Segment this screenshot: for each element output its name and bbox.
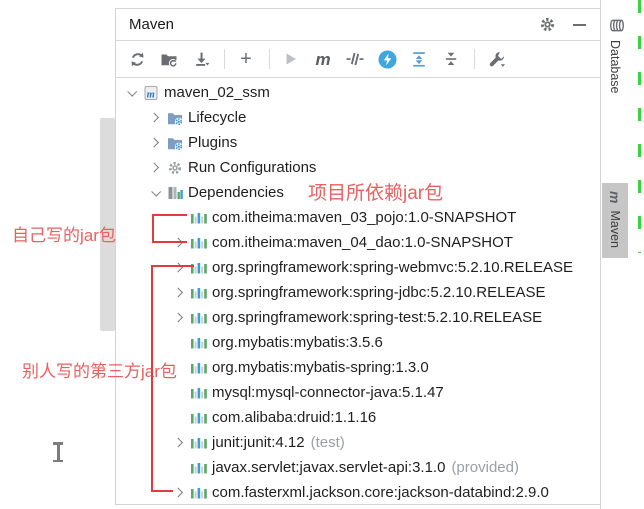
dependency-label: com.itheima:maven_04_dao:1.0-SNAPSHOT xyxy=(212,234,513,251)
dependency-label: org.springframework:spring-test:5.2.10.R… xyxy=(212,309,542,326)
background-scrollbar[interactable] xyxy=(100,118,115,331)
collapse-all-icon[interactable] xyxy=(440,48,462,70)
maven-m-icon: m xyxy=(608,191,622,203)
maven-tool-window: Maven xyxy=(115,8,601,505)
maven-titlebar: Maven xyxy=(116,9,600,41)
library-icon xyxy=(190,234,208,252)
tab-database[interactable]: Database xyxy=(602,10,628,104)
folder-gear-icon xyxy=(166,134,184,152)
library-icon xyxy=(190,209,208,227)
panel-title: Maven xyxy=(129,16,174,33)
toggle-skip-tests-icon[interactable] xyxy=(344,48,366,70)
generate-sources-icon[interactable] xyxy=(158,48,180,70)
chevron-right-icon[interactable] xyxy=(168,230,190,255)
tree-item-plugins[interactable]: Plugins xyxy=(116,130,600,155)
svg-text:m: m xyxy=(147,89,155,100)
tree-item-dependencies[interactable]: Dependencies xyxy=(116,180,600,205)
library-icon xyxy=(190,384,208,402)
dependency-label: org.mybatis:mybatis-spring:1.3.0 xyxy=(212,359,429,376)
tree-item-lifecycle[interactable]: Lifecycle xyxy=(116,105,600,130)
library-icon xyxy=(190,309,208,327)
chevron-right-icon[interactable] xyxy=(168,480,190,505)
chevron-right-icon[interactable] xyxy=(144,155,166,180)
library-icon xyxy=(190,459,208,477)
maven-project-tree: m maven_02_ssm Lifecycle xyxy=(116,78,600,505)
tree-item-dependency[interactable]: org.springframework:spring-webmvc:5.2.10… xyxy=(116,255,600,280)
folder-gear-icon xyxy=(166,109,184,127)
text-cursor xyxy=(52,442,65,462)
tree-item-dependency[interactable]: junit:junit:4.12 (test) xyxy=(116,430,600,455)
library-icon xyxy=(190,359,208,377)
expand-all-icon[interactable] xyxy=(408,48,430,70)
screen-capture-border xyxy=(638,0,641,253)
library-icon xyxy=(190,409,208,427)
chevron-down-icon[interactable] xyxy=(144,180,166,205)
maven-settings-icon[interactable] xyxy=(485,48,507,70)
tree-item-project-root[interactable]: m maven_02_ssm xyxy=(116,80,600,105)
execute-maven-goal-icon[interactable]: m xyxy=(312,48,334,70)
tree-item-dependency[interactable]: javax.servlet:javax.servlet-api:3.1.0 (p… xyxy=(116,455,600,480)
chevron-down-icon[interactable] xyxy=(120,80,142,105)
add-maven-project-icon[interactable]: + xyxy=(235,48,257,70)
tree-item-dependency[interactable]: org.mybatis:mybatis-spring:1.3.0 xyxy=(116,355,600,380)
maven-toolbar: + m xyxy=(116,41,600,78)
chevron-right-icon[interactable] xyxy=(168,255,190,280)
dependency-label: org.springframework:spring-jdbc:5.2.10.R… xyxy=(212,284,546,301)
toggle-offline-mode-icon[interactable] xyxy=(376,48,398,70)
dependency-label: com.alibaba:druid:1.1.16 xyxy=(212,409,376,426)
tree-item-dependency[interactable]: mysql:mysql-connector-java:5.1.47 xyxy=(116,380,600,405)
dependency-label: com.fasterxml.jackson.core:jackson-datab… xyxy=(212,484,549,501)
tree-item-dependency[interactable]: com.itheima:maven_04_dao:1.0-SNAPSHOT xyxy=(116,230,600,255)
project-root-label: maven_02_ssm xyxy=(164,84,270,101)
tree-item-dependency[interactable]: org.springframework:spring-jdbc:5.2.10.R… xyxy=(116,280,600,305)
library-icon xyxy=(190,284,208,302)
chevron-right-icon[interactable] xyxy=(168,280,190,305)
dependency-label: junit:junit:4.12 xyxy=(212,434,305,451)
dependency-label: org.springframework:spring-webmvc:5.2.10… xyxy=(212,259,573,276)
dependency-label: com.itheima:maven_03_pojo:1.0-SNAPSHOT xyxy=(212,209,516,226)
dependency-label: mysql:mysql-connector-java:5.1.47 xyxy=(212,384,444,401)
chevron-right-icon[interactable] xyxy=(144,105,166,130)
gear-icon[interactable] xyxy=(538,16,556,34)
tree-item-dependency[interactable]: org.springframework:spring-test:5.2.10.R… xyxy=(116,305,600,330)
tree-item-dependency[interactable]: org.mybatis:mybatis:3.5.6 xyxy=(116,330,600,355)
tree-item-run-configurations[interactable]: Run Configurations xyxy=(116,155,600,180)
download-sources-icon[interactable] xyxy=(190,48,212,70)
library-icon xyxy=(190,259,208,277)
library-icon xyxy=(190,484,208,502)
dependency-scope: (test) xyxy=(311,434,345,451)
dependency-scope: (provided) xyxy=(451,459,519,476)
gear-icon xyxy=(166,159,184,177)
dependency-label: org.mybatis:mybatis:3.5.6 xyxy=(212,334,383,351)
reimport-all-icon[interactable] xyxy=(126,48,148,70)
tab-maven[interactable]: m Maven xyxy=(602,183,628,258)
run-maven-build-icon[interactable] xyxy=(280,48,302,70)
dependency-label: javax.servlet:javax.servlet-api:3.1.0 xyxy=(212,459,445,476)
database-icon xyxy=(605,18,626,33)
chevron-right-icon[interactable] xyxy=(168,305,190,330)
library-group-icon xyxy=(166,184,184,202)
tree-item-dependency[interactable]: com.fasterxml.jackson.core:jackson-datab… xyxy=(116,480,600,505)
library-icon xyxy=(190,434,208,452)
minimize-icon[interactable] xyxy=(570,16,588,34)
chevron-right-icon[interactable] xyxy=(144,130,166,155)
dependency-list: com.itheima:maven_03_pojo:1.0-SNAPSHOT c… xyxy=(116,205,600,505)
chevron-right-icon[interactable] xyxy=(168,430,190,455)
library-icon xyxy=(190,334,208,352)
screenshot-stage: Maven xyxy=(0,0,644,509)
tree-item-dependency[interactable]: com.itheima:maven_03_pojo:1.0-SNAPSHOT xyxy=(116,205,600,230)
maven-module-icon: m xyxy=(142,84,160,102)
tree-item-dependency[interactable]: com.alibaba:druid:1.1.16 xyxy=(116,405,600,430)
